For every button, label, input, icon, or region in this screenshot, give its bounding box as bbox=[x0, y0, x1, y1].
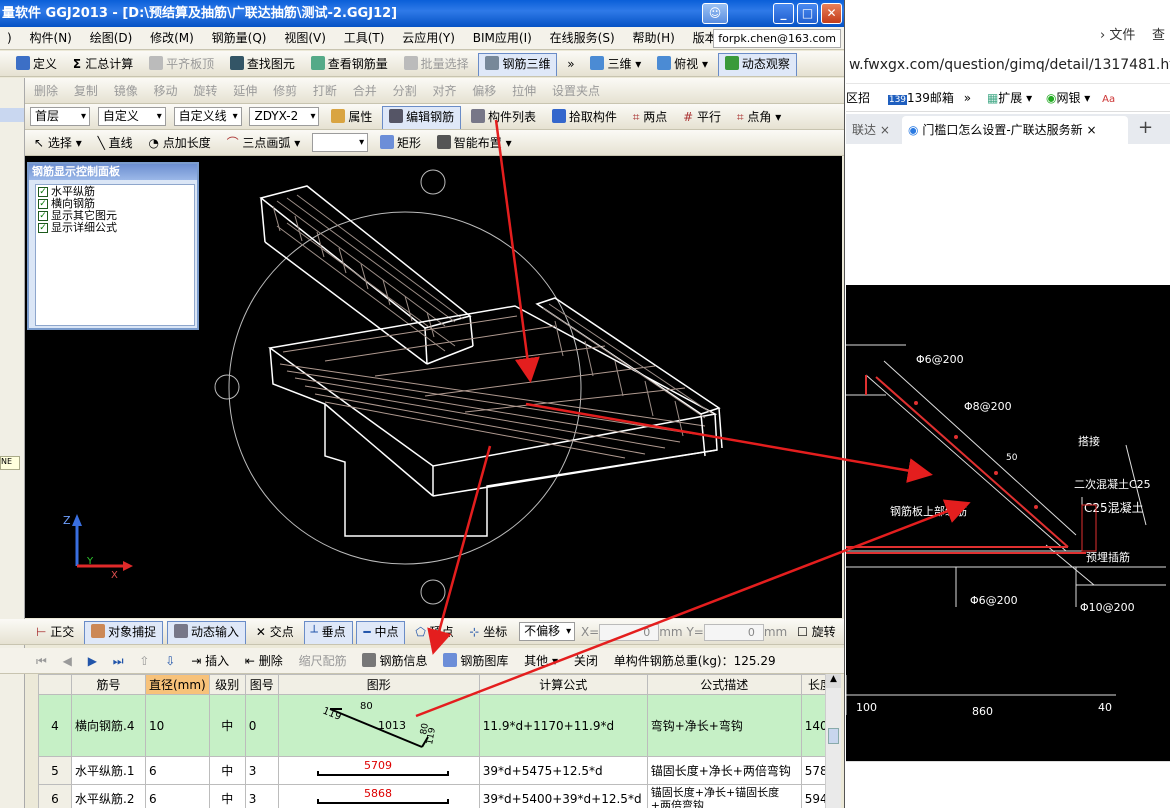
arrow-2 bbox=[525, 402, 933, 483]
annotation-arrows bbox=[415, 119, 971, 718]
arrow-3 bbox=[427, 445, 492, 655]
arrow-1 bbox=[494, 119, 540, 383]
arrow-4 bbox=[415, 499, 971, 718]
